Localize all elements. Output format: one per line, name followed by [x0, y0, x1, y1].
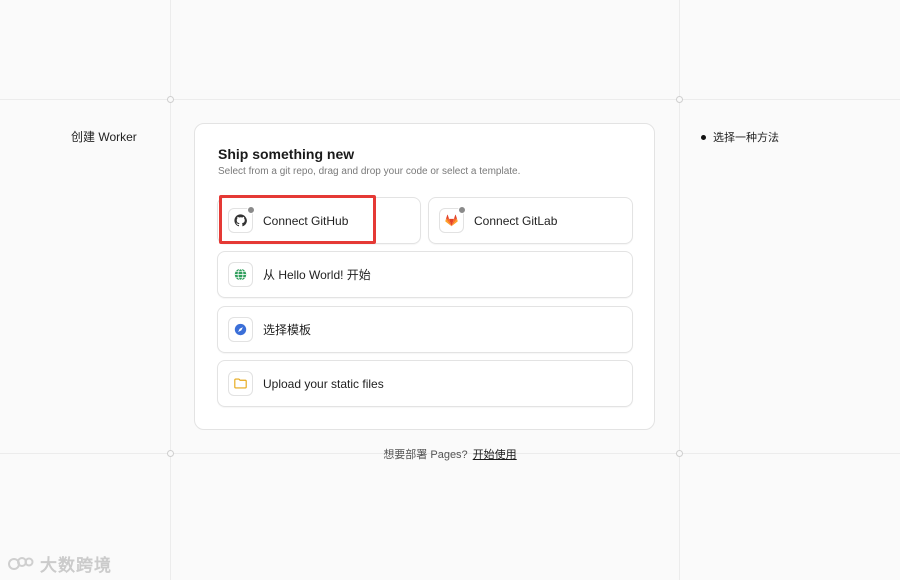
hello-world-label: 从 Hello World! 开始 [263, 268, 371, 282]
select-template-button[interactable]: 选择模板 [217, 306, 633, 353]
github-icon [228, 206, 255, 233]
guide-line [679, 0, 680, 580]
connect-gitlab-button[interactable]: Connect GitLab [428, 197, 633, 244]
connect-github-label: Connect GitHub [263, 213, 349, 228]
guide-dot [167, 96, 174, 103]
watermark: 大数跨境 [8, 551, 112, 576]
step-list-item: 选择一种方法 [701, 129, 779, 145]
status-dot-icon [458, 206, 466, 214]
step-bullet-icon [701, 134, 706, 140]
page-title: 创建 Worker [71, 130, 137, 144]
guide-dot [676, 96, 683, 103]
pages-prompt: 想要部署 Pages? 开始使用 [0, 446, 900, 462]
upload-static-files-label: Upload your static files [263, 376, 384, 391]
watermark-text: 大数跨境 [40, 556, 112, 575]
card-subtitle: Select from a git repo, drag and drop yo… [218, 166, 521, 177]
gitlab-icon [439, 206, 466, 233]
folder-icon [228, 371, 253, 396]
connect-github-button[interactable]: Connect GitHub [217, 197, 421, 244]
guide-line [0, 99, 900, 100]
upload-static-files-button[interactable]: Upload your static files [217, 360, 633, 407]
watermark-logo-icon [8, 554, 34, 574]
status-dot-icon [247, 206, 255, 214]
step-label: 选择一种方法 [713, 132, 779, 144]
hello-world-button[interactable]: 从 Hello World! 开始 [217, 251, 633, 298]
select-template-label: 选择模板 [263, 323, 312, 337]
pages-prompt-text: 想要部署 Pages? [383, 449, 468, 461]
get-started-link[interactable]: 开始使用 [473, 449, 517, 461]
page: 创建 Worker 选择一种方法 Ship something new Sele… [0, 0, 900, 580]
compass-icon [228, 317, 253, 342]
guide-line [170, 0, 171, 580]
globe-icon [228, 262, 253, 287]
connect-gitlab-label: Connect GitLab [474, 213, 558, 228]
card-title: Ship something new [218, 146, 355, 162]
